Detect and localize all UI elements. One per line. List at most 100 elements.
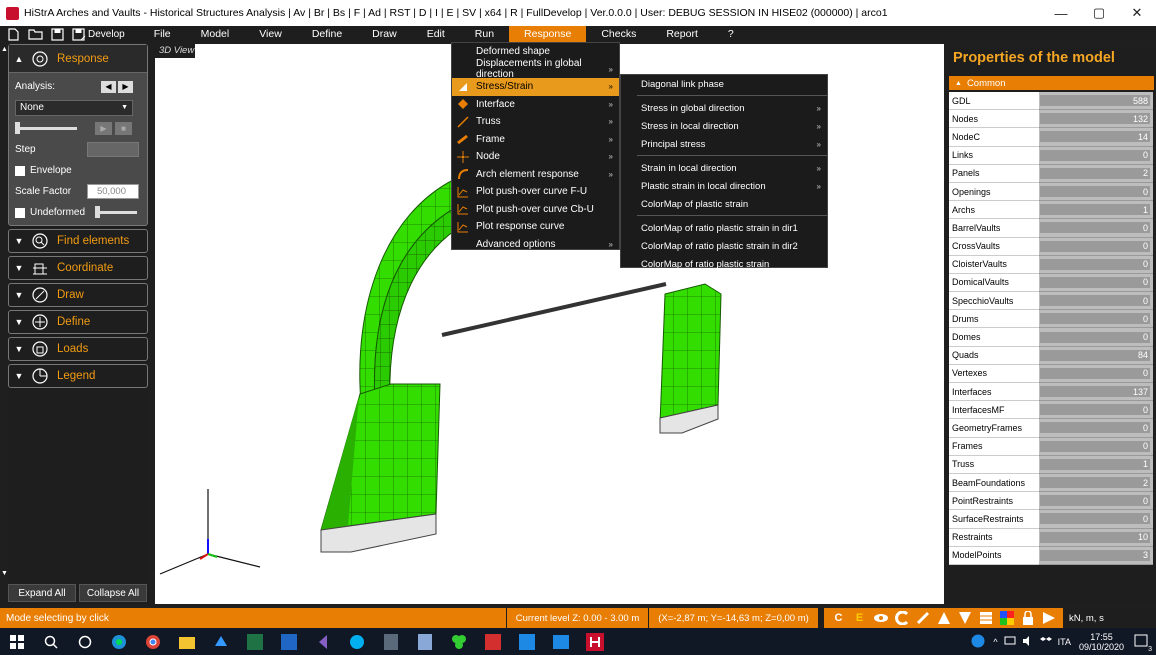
chrome-icon[interactable] xyxy=(136,628,170,655)
menu-draw[interactable]: Draw xyxy=(357,26,412,42)
menu-view[interactable]: View xyxy=(244,26,297,42)
menu-item-pushover-cbu[interactable]: Plot push-over curve Cb-U xyxy=(452,201,619,219)
tool-e-button[interactable]: E xyxy=(850,610,869,626)
menu-file[interactable]: File xyxy=(139,26,186,42)
network-icon[interactable] xyxy=(1004,636,1016,648)
prev-analysis-button[interactable]: ◀ xyxy=(101,80,116,93)
triangle-up-icon[interactable] xyxy=(934,610,953,626)
menu-report[interactable]: Report xyxy=(651,26,713,42)
menu-item-truss[interactable]: Truss » xyxy=(452,113,619,131)
play-arrow-icon[interactable] xyxy=(1039,610,1058,626)
menu-model[interactable]: Model xyxy=(186,26,245,42)
undeformed-slider-thumb[interactable] xyxy=(95,206,100,218)
visual-studio-icon[interactable] xyxy=(306,628,340,655)
chevron-down-icon[interactable]: ▼ xyxy=(9,344,29,354)
open-folder-icon[interactable] xyxy=(26,27,44,41)
property-row[interactable]: Nodes 132 xyxy=(949,110,1156,129)
chevron-down-icon[interactable]: ▼ xyxy=(9,290,29,300)
excel-icon[interactable] xyxy=(238,628,272,655)
chevron-up-icon[interactable]: ▲ xyxy=(9,54,29,64)
analysis-dropdown[interactable]: None ▼ xyxy=(15,99,133,116)
menu-item-stress-strain[interactable]: Stress/Strain » xyxy=(452,78,619,96)
submenu-item-colormap-ratio-dir1[interactable]: ColorMap of ratio plastic strain in dir1 xyxy=(621,219,827,237)
property-row[interactable]: Panels 2 xyxy=(949,164,1156,183)
clover-icon[interactable] xyxy=(442,628,476,655)
notifications-icon[interactable]: 3 xyxy=(1134,634,1152,653)
property-row[interactable]: Restraints 10 xyxy=(949,528,1156,547)
menu-item-displacements[interactable]: Displacements in global direction » xyxy=(452,58,619,80)
tab-3d-view[interactable]: 3D View xyxy=(155,44,195,58)
property-row[interactable]: InterfacesMF 0 xyxy=(949,401,1156,420)
maps-icon[interactable] xyxy=(510,628,544,655)
property-row[interactable]: Frames 0 xyxy=(949,437,1156,456)
find-elements-group[interactable]: ▼ Find elements xyxy=(8,229,148,253)
property-row[interactable]: Truss 1 xyxy=(949,455,1156,474)
cortana-icon[interactable] xyxy=(68,628,102,655)
expand-all-button[interactable]: Expand All xyxy=(8,584,76,602)
triangle-down-icon[interactable] xyxy=(955,610,974,626)
pdf-icon[interactable] xyxy=(476,628,510,655)
property-row[interactable]: BeamFoundations 2 xyxy=(949,473,1156,493)
submenu-item-colormap-ratio-dir2[interactable]: ColorMap of ratio plastic strain in dir2 xyxy=(621,237,827,255)
app-blue-icon[interactable] xyxy=(272,628,306,655)
submenu-item-principal-stress[interactable]: Principal stress » xyxy=(621,135,827,153)
property-row[interactable]: Archs 1 xyxy=(949,201,1156,220)
lock-icon[interactable] xyxy=(1018,610,1037,626)
loads-group[interactable]: ▼ Loads xyxy=(8,337,148,361)
edge-icon[interactable] xyxy=(102,628,136,655)
chevron-down-icon[interactable]: ▼ xyxy=(9,317,29,327)
colors-icon[interactable] xyxy=(997,610,1016,626)
tool-c-button[interactable]: C xyxy=(829,610,848,626)
draw-group[interactable]: ▼ Draw xyxy=(8,283,148,307)
language-indicator[interactable]: ITA xyxy=(1058,637,1071,647)
menu-response[interactable]: Response xyxy=(509,26,587,42)
property-row[interactable]: SurfaceRestraints 0 xyxy=(949,510,1156,529)
property-row[interactable]: Drums 0 xyxy=(949,310,1156,329)
property-row[interactable]: Quads 84 xyxy=(949,346,1156,365)
dropbox-icon[interactable] xyxy=(1039,636,1052,648)
property-row[interactable]: NodeC 14 xyxy=(949,128,1156,147)
property-row[interactable]: GDL 588 xyxy=(949,92,1156,111)
scale-factor-input[interactable]: 50,000 xyxy=(87,184,139,199)
menu-define[interactable]: Define xyxy=(297,26,357,42)
define-group[interactable]: ▼ Define xyxy=(8,310,148,334)
minimize-button[interactable]: — xyxy=(1042,6,1080,21)
envelope-checkbox[interactable] xyxy=(15,165,25,176)
menu-checks[interactable]: Checks xyxy=(586,26,651,42)
step-slider-track[interactable] xyxy=(17,127,77,130)
scroll-down-icon[interactable]: ▼ xyxy=(1,570,8,577)
submenu-item-stress-local[interactable]: Stress in local direction » xyxy=(621,117,827,135)
c-shape-icon[interactable] xyxy=(892,610,911,626)
skype-icon[interactable] xyxy=(340,628,374,655)
tray-chevron-icon[interactable]: ^ xyxy=(993,637,997,647)
property-row[interactable]: ModelPoints 3 xyxy=(949,546,1156,565)
chevron-down-icon[interactable]: ▼ xyxy=(9,371,29,381)
common-section-header[interactable]: ▲ Common xyxy=(949,76,1154,90)
step-slider-thumb[interactable] xyxy=(15,122,20,134)
pencil-icon[interactable] xyxy=(913,610,932,626)
property-row[interactable]: BarrelVaults 0 xyxy=(949,219,1156,238)
menu-item-frame[interactable]: Frame » xyxy=(452,131,619,149)
submenu-item-diagonal-link-phase[interactable]: Diagonal link phase xyxy=(621,75,827,93)
response-header[interactable]: ▲ Response xyxy=(9,45,147,73)
save-as-icon[interactable] xyxy=(70,27,88,41)
close-button[interactable]: ✕ xyxy=(1118,5,1156,21)
property-row[interactable]: Interfaces 137 xyxy=(949,383,1156,402)
undeformed-slider-track[interactable] xyxy=(97,211,137,214)
property-row[interactable]: CloisterVaults 0 xyxy=(949,255,1156,274)
chevron-down-icon[interactable]: ▼ xyxy=(9,236,29,246)
submenu-item-stress-global[interactable]: Stress in global direction » xyxy=(621,99,827,117)
undeformed-checkbox[interactable] xyxy=(15,207,25,218)
help-icon[interactable] xyxy=(971,634,985,650)
property-row[interactable]: Domes 0 xyxy=(949,328,1156,347)
menu-item-plot-response-curve[interactable]: Plot response curve xyxy=(452,218,619,236)
develop-label[interactable]: Develop xyxy=(88,29,125,40)
coordinate-group[interactable]: ▼ Coordinate xyxy=(8,256,148,280)
windows-start-icon[interactable] xyxy=(0,628,34,655)
record-icon[interactable]: ■ xyxy=(115,122,132,135)
clock[interactable]: 17:55 09/10/2020 xyxy=(1079,632,1124,652)
property-row[interactable]: DomicalVaults 0 xyxy=(949,273,1156,293)
property-row[interactable]: CrossVaults 0 xyxy=(949,237,1156,256)
property-row[interactable]: Links 0 xyxy=(949,146,1156,165)
menu-item-advanced-options[interactable]: Advanced options » xyxy=(452,236,619,254)
